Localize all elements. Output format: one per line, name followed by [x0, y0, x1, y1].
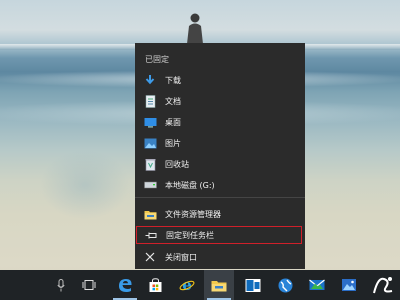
download-arrow-icon: [143, 73, 157, 87]
photos-icon[interactable]: [334, 270, 364, 300]
jump-item-recycle-bin[interactable]: 回收站: [135, 155, 305, 173]
pinned-section-header: 已固定: [145, 55, 169, 64]
store-icon[interactable]: [140, 270, 170, 300]
svg-text:e: e: [182, 277, 192, 293]
outlook-icon[interactable]: [238, 270, 268, 300]
taskbar: e: [0, 270, 400, 300]
jump-item-label: 关闭窗口: [165, 252, 197, 262]
wallpaper-person-silhouette: [187, 13, 203, 44]
close-window-item[interactable]: 关闭窗口: [135, 248, 305, 266]
jump-item-pictures[interactable]: 图片: [135, 134, 305, 152]
drive-icon: [143, 178, 157, 192]
file-explorer-taskbar-button[interactable]: [204, 270, 234, 300]
desktop-icon: [143, 115, 157, 129]
jump-item-label: 回收站: [165, 159, 189, 169]
file-explorer-icon: [143, 207, 157, 221]
mail-icon[interactable]: [302, 270, 332, 300]
jump-item-documents[interactable]: 文档: [135, 92, 305, 110]
menu-separator: [135, 197, 305, 198]
jump-item-label: 文件资源管理器: [165, 209, 221, 219]
jump-item-label: 图片: [165, 138, 181, 148]
ie-icon[interactable]: e: [172, 270, 202, 300]
jump-item-label: 桌面: [165, 117, 181, 127]
jump-item-label: 下载: [165, 75, 181, 85]
jump-list-menu: 已固定 下载 文档 桌面 图片 回收站 本地磁盘 (G:) 文件资源管理器 固定…: [135, 43, 305, 269]
microphone-icon[interactable]: [46, 270, 76, 300]
watermark-logo-icon: [366, 270, 400, 300]
wallpaper-wet-sand: [40, 150, 130, 220]
jump-item-desktop[interactable]: 桌面: [135, 113, 305, 131]
close-icon: [143, 250, 157, 264]
jump-item-label: 固定到任务栏: [166, 230, 214, 240]
jump-item-local-disk-g[interactable]: 本地磁盘 (G:): [135, 176, 305, 194]
edge-icon[interactable]: [110, 270, 140, 300]
task-view-icon[interactable]: [74, 270, 104, 300]
pin-icon: [144, 228, 158, 242]
jump-item-downloads[interactable]: 下载: [135, 71, 305, 89]
jump-item-label: 文档: [165, 96, 181, 106]
recycle-bin-icon: [143, 157, 157, 171]
jump-item-file-explorer[interactable]: 文件资源管理器: [135, 205, 305, 223]
jump-item-label: 本地磁盘 (G:): [165, 180, 215, 190]
globe-icon[interactable]: [270, 270, 300, 300]
document-icon: [143, 94, 157, 108]
pin-to-taskbar-item[interactable]: 固定到任务栏: [136, 226, 302, 244]
pictures-icon: [143, 136, 157, 150]
